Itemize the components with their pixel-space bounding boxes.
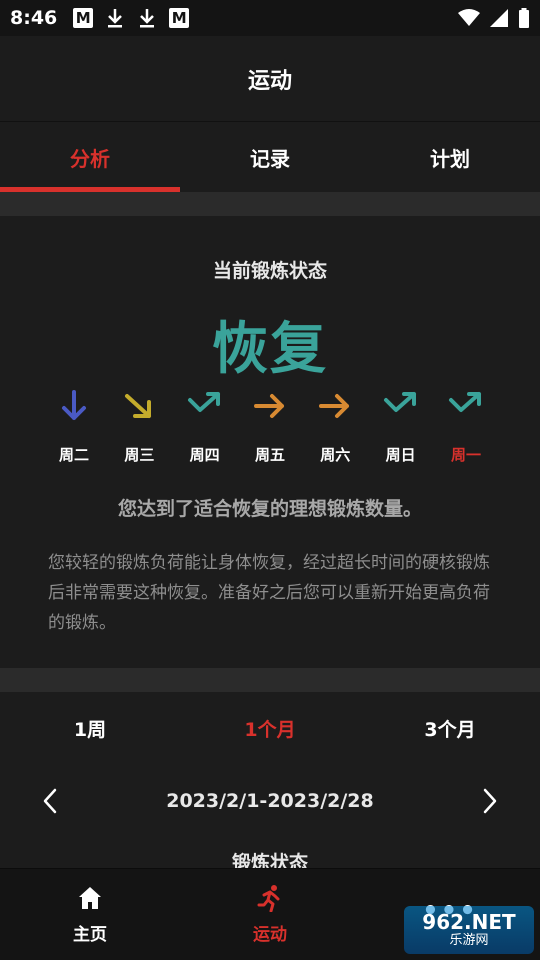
day-label: 周五: [254, 446, 285, 464]
section-divider: [0, 192, 540, 216]
main-tabs: 分析 记录 计划: [0, 122, 540, 192]
range-tab-1-week[interactable]: 1周: [0, 692, 180, 764]
day-item: 周日: [369, 388, 433, 465]
date-range: 2023/2/1-2023/2/28: [166, 790, 374, 812]
day-item: 周五: [238, 388, 302, 465]
chevron-right-icon: [483, 788, 497, 814]
system-icons: [458, 8, 530, 28]
notification-icons: M M: [73, 7, 190, 29]
section-divider: [0, 668, 540, 692]
arrow-down-right-icon: [125, 394, 152, 418]
day-label: 周日: [385, 446, 416, 464]
status-summary: 您达到了适合恢复的理想锻炼数量。: [117, 498, 422, 520]
weekly-trend: 周二 周三 周四 周五 周六 周日 周一: [42, 388, 498, 465]
day-item: 周三: [107, 388, 171, 465]
status-bar: 8:46 M M: [0, 0, 540, 36]
nav-label: 运动: [253, 925, 287, 945]
training-status-card: 当前锻炼状态 恢复 周二 周三 周四 周五 周六 周日 周一 您达到了适合恢复的…: [0, 216, 540, 668]
tab-analysis[interactable]: 分析: [0, 122, 180, 192]
tab-records[interactable]: 记录: [180, 122, 360, 192]
day-item: 周二: [42, 388, 106, 465]
day-label: 周四: [189, 446, 220, 464]
arrow-down-icon: [62, 390, 86, 420]
day-label: 周二: [58, 446, 89, 464]
status-label: 当前锻炼状态: [212, 260, 327, 282]
status-value: 恢复: [212, 317, 328, 382]
tab-label: 分析: [70, 146, 110, 171]
day-item: 周六: [303, 388, 367, 465]
arrow-check-up-icon: [187, 392, 220, 412]
wifi-icon: [458, 9, 480, 26]
watermark-subtext: 乐游网: [449, 933, 489, 948]
arrow-check-up-icon: [383, 392, 416, 412]
gmail-icon: M: [73, 8, 94, 28]
download-icon: [108, 9, 123, 28]
app-header: 运动: [0, 36, 540, 122]
day-item: 周四: [173, 388, 237, 465]
range-tab-1-month[interactable]: 1个月: [180, 692, 360, 764]
chevron-left-icon: [43, 788, 57, 814]
next-period-button[interactable]: [472, 781, 508, 821]
download-icon: [140, 9, 155, 28]
arrow-check-up-icon: [448, 392, 481, 412]
day-label-today: 周一: [450, 446, 481, 464]
range-tabs: 1周 1个月 3个月: [0, 692, 540, 764]
home-icon: [79, 887, 101, 909]
day-label: 周三: [124, 446, 155, 464]
tab-label: 计划: [430, 146, 470, 171]
gmail-icon: M: [169, 8, 190, 28]
tab-plan[interactable]: 计划: [360, 122, 540, 192]
range-tab-label: 1个月: [244, 718, 296, 741]
arrow-right-icon: [319, 394, 350, 418]
previous-period-button[interactable]: [32, 781, 68, 821]
nav-label: 主页: [73, 925, 107, 945]
day-item: 周一: [434, 388, 498, 465]
nav-home[interactable]: 主页: [0, 869, 180, 960]
tab-label: 记录: [250, 146, 290, 171]
nav-sports[interactable]: 运动: [180, 869, 360, 960]
signal-icon: [490, 9, 508, 27]
watermark-logo: 962.NET 乐游网: [404, 906, 534, 954]
date-navigator: 2023/2/1-2023/2/28: [0, 766, 540, 836]
running-icon: [257, 885, 280, 912]
day-label: 周六: [320, 446, 351, 464]
watermark-text: 962.NET: [422, 910, 516, 934]
status-time: 8:46: [10, 7, 58, 29]
range-tab-label: 3个月: [424, 718, 476, 741]
page-title: 运动: [247, 68, 292, 94]
range-tab-3-months[interactable]: 3个月: [360, 692, 540, 764]
range-tab-label: 1周: [73, 718, 107, 741]
battery-icon: [519, 8, 529, 28]
status-description: 您较轻的锻炼负荷能让身体恢复，经过超长时间的硬核锻炼后非常需要这种恢复。准备好之…: [48, 553, 490, 633]
arrow-right-icon: [253, 394, 284, 418]
